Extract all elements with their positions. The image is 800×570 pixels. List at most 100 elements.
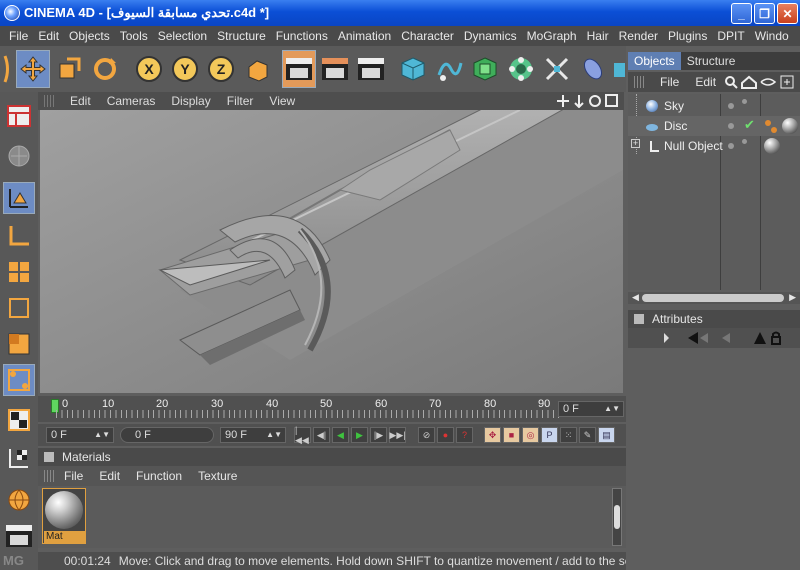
materials-menu-texture[interactable]: Texture	[190, 469, 245, 483]
scrollbar-thumb[interactable]	[642, 294, 784, 302]
add-camera-button[interactable]	[612, 50, 626, 88]
z-axis-lock-button[interactable]: Z	[204, 50, 238, 88]
rotate-tool-button[interactable]	[88, 50, 122, 88]
go-to-end-button[interactable]: ▶▶|	[389, 427, 406, 443]
render-visibility-dot[interactable]	[742, 99, 747, 104]
objects-menu-file[interactable]: File	[652, 75, 687, 89]
end-frame-field[interactable]: 90 F ▲▼	[220, 427, 286, 443]
minimize-button[interactable]: _	[731, 3, 752, 24]
make-editable-button[interactable]	[3, 140, 35, 172]
objects-horizontal-scrollbar[interactable]: ◀ ▶	[628, 292, 800, 304]
tab-structure[interactable]: Structure	[681, 52, 742, 70]
object-row-disc[interactable]: Disc ✔	[628, 116, 800, 136]
close-button[interactable]: ✕	[777, 3, 798, 24]
animation-mode-button[interactable]	[3, 484, 35, 516]
attributes-toolbar-icons[interactable]	[662, 331, 798, 345]
next-key-button[interactable]: |▶	[370, 427, 387, 443]
phong-tag-icon[interactable]	[765, 120, 771, 126]
key-rotation-button[interactable]: ◎	[522, 427, 539, 443]
record-off-button[interactable]: ⊘	[418, 427, 435, 443]
coordinate-system-button[interactable]	[240, 50, 274, 88]
scale-tool-button[interactable]	[52, 50, 86, 88]
menu-render[interactable]: Render	[614, 29, 663, 43]
editor-visibility-dot[interactable]	[728, 143, 734, 149]
add-deformer-button[interactable]	[540, 50, 574, 88]
use-uv-tool-button[interactable]	[3, 364, 35, 396]
frame-range-slider[interactable]: 0 F	[120, 427, 214, 443]
use-polygons-tool-button[interactable]	[3, 328, 35, 360]
menu-mograph[interactable]: MoGraph	[522, 29, 582, 43]
phong-tag-icon[interactable]	[771, 127, 777, 133]
go-to-start-button[interactable]: |◀◀	[294, 425, 311, 445]
menu-dynamics[interactable]: Dynamics	[459, 29, 522, 43]
autokey-button[interactable]: ?	[456, 427, 473, 443]
objects-menu-edit[interactable]: Edit	[687, 75, 724, 89]
add-cube-button[interactable]	[396, 50, 430, 88]
menu-character[interactable]: Character	[396, 29, 459, 43]
panel-toggle-icon[interactable]	[44, 452, 54, 462]
materials-menu-file[interactable]: File	[56, 469, 91, 483]
viewport-nav-icons[interactable]	[556, 94, 618, 108]
render-settings-button[interactable]	[3, 520, 35, 552]
key-parameter-button[interactable]: P	[541, 427, 558, 443]
menu-window[interactable]: Windo	[750, 29, 794, 43]
menu-plugins[interactable]: Plugins	[663, 29, 712, 43]
material-item[interactable]: Mat	[42, 488, 86, 544]
play-forward-button[interactable]: ▶	[351, 427, 368, 443]
editor-visibility-dot[interactable]	[728, 103, 734, 109]
3d-viewport[interactable]	[40, 110, 623, 393]
viewport-menu-view[interactable]: View	[261, 94, 303, 108]
tab-objects[interactable]: Objects	[628, 52, 681, 70]
material-tag-icon[interactable]	[782, 118, 798, 134]
use-model-tool-button[interactable]	[3, 182, 35, 214]
timeline-window-button[interactable]: ▤	[598, 427, 615, 443]
start-frame-field[interactable]: 0 F ▲▼	[46, 427, 114, 443]
objects-toolbar-icons[interactable]	[724, 75, 796, 89]
viewport-menu-cameras[interactable]: Cameras	[99, 94, 164, 108]
menu-selection[interactable]: Selection	[153, 29, 212, 43]
current-frame-field[interactable]: 0 F ▲▼	[558, 401, 624, 417]
materials-menu-function[interactable]: Function	[128, 469, 190, 483]
render-region-button[interactable]	[318, 50, 352, 88]
use-points-tool-button[interactable]	[3, 256, 35, 288]
use-edges-tool-button[interactable]	[3, 292, 35, 324]
record-button[interactable]: ●	[437, 427, 454, 443]
y-axis-lock-button[interactable]: Y	[168, 50, 202, 88]
previous-key-button[interactable]: ◀|	[313, 427, 330, 443]
viewport-menu-display[interactable]: Display	[163, 94, 218, 108]
maximize-button[interactable]: ❐	[754, 3, 775, 24]
object-row-sky[interactable]: Sky	[628, 96, 800, 116]
render-visibility-dot[interactable]	[742, 139, 747, 144]
object-row-null-object[interactable]: + Null Object	[628, 136, 800, 156]
layout-switch-button[interactable]	[3, 100, 35, 132]
materials-scrollbar[interactable]	[612, 488, 622, 546]
play-backward-button[interactable]: ◀	[332, 427, 349, 443]
render-to-picture-viewer-button[interactable]	[354, 50, 388, 88]
viewport-menu-filter[interactable]: Filter	[219, 94, 262, 108]
move-tool-button[interactable]	[16, 50, 50, 88]
panel-toggle-icon[interactable]	[634, 314, 644, 324]
menu-edit[interactable]: Edit	[33, 29, 64, 43]
menu-structure[interactable]: Structure	[212, 29, 271, 43]
menu-tools[interactable]: Tools	[115, 29, 153, 43]
texture-mode-button[interactable]	[3, 404, 35, 436]
texture-axis-mode-button[interactable]	[3, 442, 35, 474]
menu-functions[interactable]: Functions	[271, 29, 333, 43]
scroll-right-icon[interactable]: ▶	[789, 292, 796, 303]
editor-visibility-dot[interactable]	[728, 123, 734, 129]
key-pla-button[interactable]: ⁙	[560, 427, 577, 443]
key-scale-button[interactable]: ■	[503, 427, 520, 443]
materials-menu-edit[interactable]: Edit	[91, 469, 128, 483]
add-spline-button[interactable]	[432, 50, 466, 88]
use-object-axis-tool-button[interactable]	[3, 220, 35, 252]
timeline-settings-button[interactable]: ✎	[579, 427, 596, 443]
x-axis-lock-button[interactable]: X	[132, 50, 166, 88]
render-view-button[interactable]	[282, 50, 316, 88]
add-array-button[interactable]	[504, 50, 538, 88]
menu-dpit[interactable]: DPIT	[712, 29, 749, 43]
material-tag-icon[interactable]	[764, 138, 780, 154]
menu-hair[interactable]: Hair	[582, 29, 614, 43]
key-position-button[interactable]: ✥	[484, 427, 501, 443]
scroll-left-icon[interactable]: ◀	[632, 292, 639, 303]
viewport-menu-edit[interactable]: Edit	[62, 94, 99, 108]
